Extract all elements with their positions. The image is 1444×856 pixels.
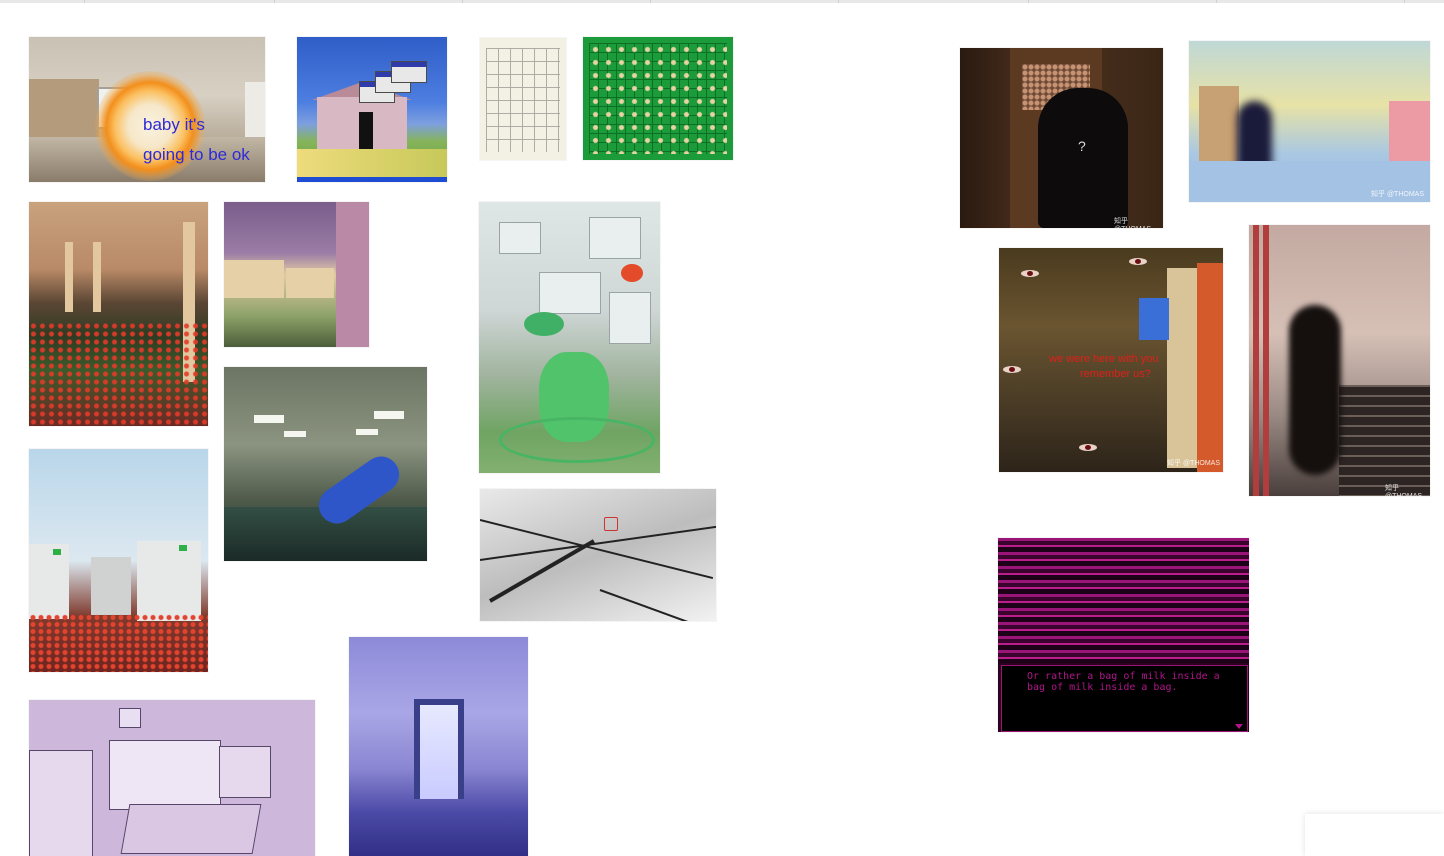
- image-green-maze[interactable]: [583, 37, 733, 160]
- door: [359, 112, 373, 152]
- toolbar-divider: [1028, 0, 1029, 3]
- cabinet: [29, 79, 99, 139]
- wall: [91, 557, 131, 615]
- image-kindergarten[interactable]: 知乎 @THOMAS: [1189, 41, 1430, 202]
- caption-line-1: baby it's: [143, 115, 205, 134]
- image-fog-door[interactable]: [349, 637, 528, 856]
- maze-pattern: [589, 43, 727, 154]
- toolbar-divider: [838, 0, 839, 3]
- corner-panel[interactable]: [1305, 814, 1444, 856]
- house: [224, 260, 284, 298]
- orange-wall: [1197, 263, 1223, 472]
- nightstand: [219, 746, 271, 798]
- toolbar-divider: [84, 0, 85, 3]
- image-pink-house-windows[interactable]: [297, 37, 447, 182]
- eye: [1021, 270, 1039, 277]
- watermark: 知乎 @THOMAS: [1371, 191, 1424, 198]
- dialog-box: Or rather a bag of milk inside a bag of …: [1001, 665, 1248, 732]
- top-toolbar-edge: [0, 0, 1444, 3]
- image-pool-slide[interactable]: [224, 367, 427, 561]
- image-green-vapor[interactable]: [479, 202, 660, 473]
- image-flower-hall[interactable]: [29, 202, 208, 426]
- house: [286, 268, 334, 298]
- toolbar-divider: [274, 0, 275, 3]
- ink-line: [480, 525, 716, 561]
- image-white-walls-flowers[interactable]: [29, 449, 208, 672]
- tile: [539, 272, 601, 314]
- taskbar: [297, 177, 447, 182]
- watermark: 知乎 @THOMAS: [1385, 485, 1422, 496]
- curtain-stripe: [1253, 225, 1259, 496]
- caption-line-1: we were here with you: [1049, 353, 1159, 365]
- exit-sign: [53, 549, 61, 555]
- eye: [1129, 258, 1147, 265]
- flowers: [29, 322, 208, 426]
- image-stair-figure[interactable]: 知乎 @THOMAS: [1249, 225, 1430, 496]
- exit-sign: [179, 545, 187, 551]
- image-pixel-store[interactable]: Or rather a bag of milk inside a bag of …: [998, 538, 1249, 732]
- question-mark: ?: [1078, 138, 1086, 154]
- shelf: [29, 750, 93, 856]
- wall: [336, 202, 369, 347]
- table: [120, 804, 262, 854]
- color-blob: [524, 312, 564, 336]
- ceiling-light: [284, 431, 306, 437]
- stairs: [1339, 385, 1430, 496]
- ring: [499, 417, 655, 463]
- blue-window: [1139, 298, 1169, 340]
- watermark: 知乎 @THOMAS: [1167, 460, 1220, 467]
- eye: [1003, 366, 1021, 373]
- toolbar-divider: [1404, 0, 1405, 3]
- shadow-figure: [1289, 305, 1341, 475]
- tile: [609, 292, 651, 344]
- shadow-figure: [1038, 88, 1128, 228]
- lamp: [119, 708, 141, 728]
- wall: [29, 544, 69, 619]
- watermark: 知乎 @THOMAS: [1114, 218, 1151, 228]
- pillar: [93, 242, 101, 312]
- image-mauve-houses[interactable]: [224, 202, 369, 347]
- image-kitchen-glow[interactable]: baby it's going to be ok: [29, 37, 265, 182]
- image-manga-room[interactable]: [480, 489, 716, 621]
- red-mark: [604, 517, 618, 531]
- image-purple-bedroom[interactable]: [29, 700, 315, 856]
- ink-line: [599, 589, 695, 621]
- pillar: [65, 242, 73, 312]
- ceiling-light: [254, 415, 284, 423]
- color-blob: [621, 264, 643, 282]
- eye: [1079, 444, 1097, 451]
- toolbar-divider: [1216, 0, 1217, 3]
- ink-line: [489, 539, 595, 603]
- tile: [589, 217, 641, 259]
- door-light: [420, 705, 458, 799]
- pixel-shelves: [998, 538, 1249, 663]
- image-game-sheet[interactable]: [480, 38, 566, 160]
- ceiling-light: [374, 411, 404, 419]
- dialog-line-1: Or rather a bag of milk inside a: [1027, 671, 1220, 682]
- ceiling-light: [356, 429, 378, 435]
- continue-arrow-icon: [1235, 724, 1243, 729]
- dialog-window: [391, 61, 427, 83]
- caption-line-2: remember us?: [1080, 368, 1151, 380]
- door: [1167, 268, 1197, 468]
- image-eyes-hallway[interactable]: we were here with you remember us? 知乎 @T…: [999, 248, 1223, 472]
- curtain-stripe: [1263, 225, 1269, 496]
- dialog-line-2: bag of milk inside a bag.: [1027, 682, 1178, 693]
- caption-line-2: going to be ok: [143, 145, 250, 164]
- ink-line: [480, 519, 714, 580]
- tile: [499, 222, 541, 254]
- path: [297, 149, 447, 177]
- toolbar-divider: [462, 0, 463, 3]
- flowers: [29, 614, 208, 672]
- wall: [137, 541, 201, 621]
- shelf: [1199, 86, 1239, 166]
- image-door-figure[interactable]: ? 知乎 @THOMAS: [960, 48, 1163, 228]
- sheet-grid: [486, 48, 560, 152]
- toolbar-divider: [650, 0, 651, 3]
- bed: [109, 740, 221, 810]
